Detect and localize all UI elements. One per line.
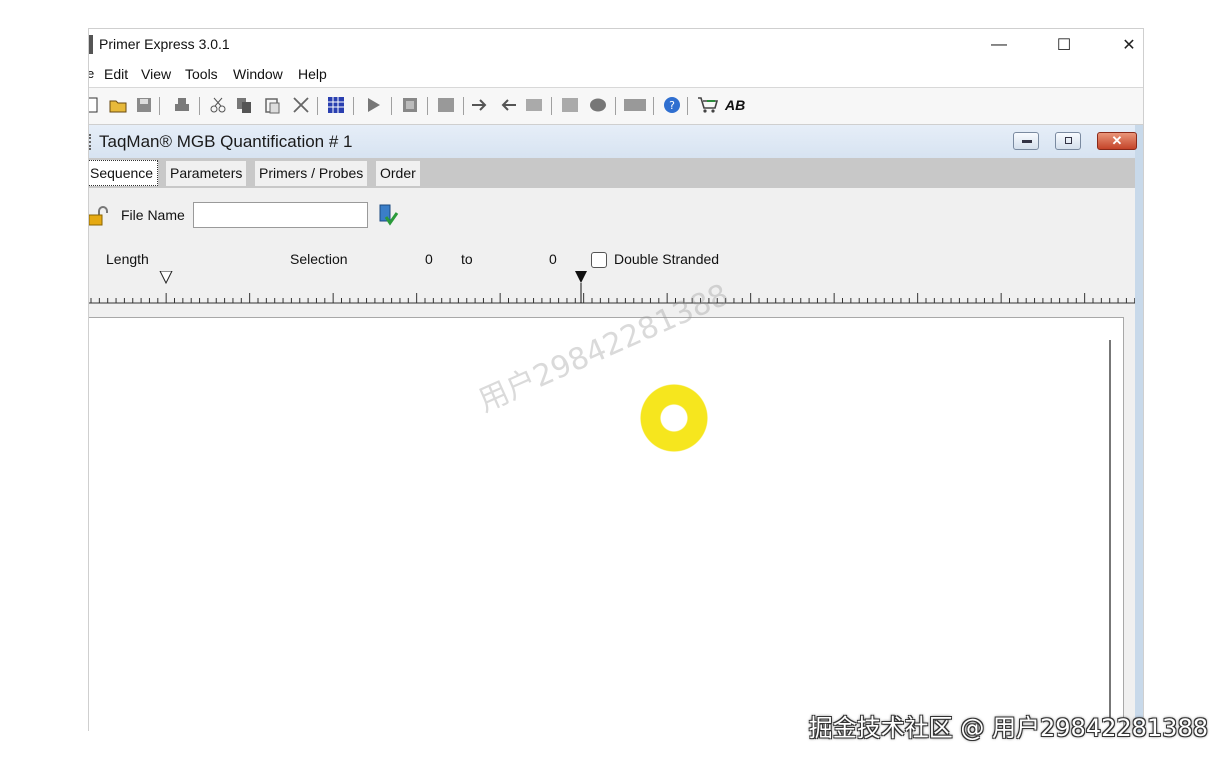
menu-bar: e Edit View Tools Window Help [89, 60, 1143, 88]
menu-tools[interactable]: Tools [185, 66, 218, 82]
child-minimize-button[interactable] [1013, 132, 1039, 150]
toolbar-separator [391, 97, 392, 115]
restore-icon [1065, 137, 1072, 144]
tab-strip: Sequence Parameters Primers / Probes Ord… [89, 158, 1135, 188]
sequence-text-area[interactable] [89, 317, 1124, 731]
app-icon [89, 35, 93, 54]
click-indicator-icon [640, 384, 708, 452]
toolbar-separator [159, 97, 160, 115]
browse-file-icon[interactable] [376, 203, 400, 227]
minimize-button[interactable]: — [969, 29, 1029, 60]
toolbar-separator [199, 97, 200, 115]
selection-start-marker [159, 271, 173, 285]
window-title: Primer Express 3.0.1 [99, 36, 230, 52]
paste-icon[interactable] [263, 96, 281, 114]
toolbar: ? AB [89, 88, 1143, 125]
selection-label: Selection [290, 251, 348, 267]
toolbar-separator [427, 97, 428, 115]
minimize-icon [1022, 140, 1032, 143]
print-icon[interactable] [173, 96, 191, 114]
orf-icon[interactable] [623, 96, 647, 114]
menu-file-truncated[interactable]: e [89, 66, 94, 81]
toolbar-separator [463, 97, 464, 115]
selection-from-value: 0 [425, 251, 433, 267]
play-icon[interactable] [365, 96, 383, 114]
open-folder-icon[interactable] [109, 96, 127, 114]
doc-icon[interactable] [401, 96, 419, 114]
toolbar-separator [317, 97, 318, 115]
file-name-label: File Name [121, 207, 185, 223]
menu-view[interactable]: View [141, 66, 171, 82]
close-button[interactable]: ✕ [1099, 29, 1143, 60]
maximize-button[interactable]: ☐ [1034, 29, 1094, 60]
tab-sequence[interactable]: Sequence [89, 160, 159, 186]
grip-icon [89, 134, 94, 150]
primer-express-window: Primer Express 3.0.1 — ☐ ✕ e Edit View T… [88, 28, 1144, 731]
toolbar-separator [551, 97, 552, 115]
double-stranded-checkbox[interactable] [591, 252, 607, 268]
child-close-button[interactable]: ✕ [1097, 132, 1137, 150]
child-window-title: TaqMan® MGB Quantification # 1 [99, 132, 353, 151]
selection-end-marker [575, 271, 587, 283]
brain-icon[interactable] [589, 96, 607, 114]
toolbar-separator [653, 97, 654, 115]
lock-icon[interactable] [89, 206, 109, 226]
toolbar-separator [615, 97, 616, 115]
delete-icon[interactable] [292, 96, 310, 114]
length-label: Length [106, 251, 149, 267]
new-document-icon[interactable] [88, 96, 101, 114]
menu-edit[interactable]: Edit [104, 66, 128, 82]
double-stranded-label: Double Stranded [614, 251, 720, 267]
copy-icon[interactable] [235, 96, 253, 114]
rt-icon[interactable] [525, 96, 543, 114]
arrow-left-icon[interactable] [499, 96, 517, 114]
toolbar-separator [687, 97, 688, 115]
title-bar: Primer Express 3.0.1 — ☐ ✕ [89, 29, 1143, 60]
toolbar-separator [353, 97, 354, 115]
tab-primers-probes[interactable]: Primers / Probes [255, 161, 368, 186]
sequence-icon[interactable] [437, 96, 455, 114]
to-label: to [461, 251, 473, 267]
arrow-right-icon[interactable] [471, 96, 489, 114]
ab-icon[interactable]: AB [725, 97, 745, 113]
j-icon[interactable] [561, 96, 579, 114]
file-name-input[interactable] [193, 202, 368, 228]
mdi-child-window: TaqMan® MGB Quantification # 1 ✕ Sequenc… [89, 125, 1143, 731]
vertical-scrollbar[interactable] [1109, 340, 1111, 731]
cart-icon[interactable] [697, 96, 719, 114]
tab-order[interactable]: Order [376, 161, 420, 186]
sequence-ruler[interactable] [89, 271, 1135, 311]
svg-text:?: ? [669, 99, 675, 112]
cut-icon[interactable] [209, 96, 227, 114]
child-title-bar: TaqMan® MGB Quantification # 1 ✕ [89, 125, 1137, 158]
menu-help[interactable]: Help [298, 66, 327, 82]
help-icon[interactable]: ? [663, 96, 681, 114]
menu-window[interactable]: Window [233, 66, 283, 82]
child-restore-button[interactable] [1055, 132, 1081, 150]
credit-watermark: 掘金技术社区 @ 用户29842281388 [808, 714, 1208, 742]
save-icon[interactable] [135, 96, 153, 114]
grid-icon[interactable] [327, 96, 345, 114]
tab-parameters[interactable]: Parameters [166, 161, 247, 186]
selection-to-value: 0 [549, 251, 557, 267]
